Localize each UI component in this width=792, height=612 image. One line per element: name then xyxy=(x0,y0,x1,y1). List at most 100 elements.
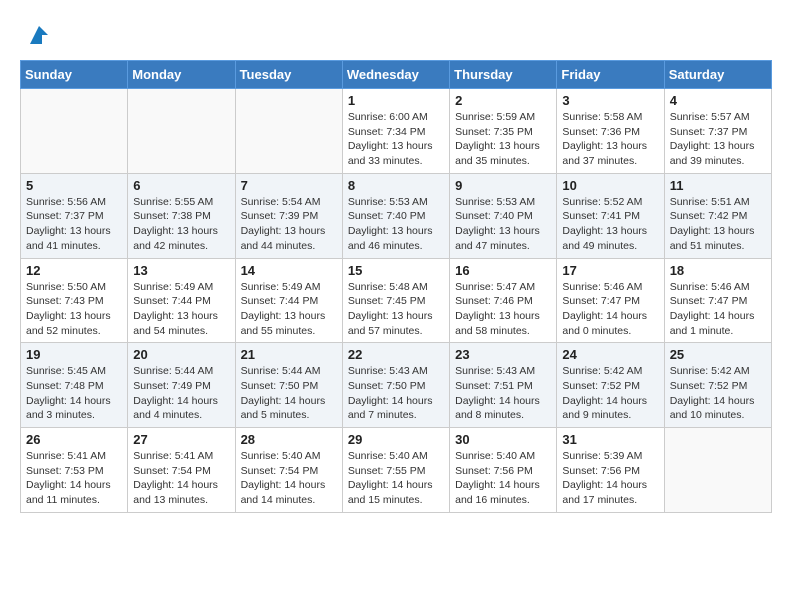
weekday-header: Monday xyxy=(128,61,235,89)
day-info: Sunrise: 5:46 AM Sunset: 7:47 PM Dayligh… xyxy=(562,280,658,339)
day-info: Sunrise: 5:44 AM Sunset: 7:49 PM Dayligh… xyxy=(133,364,229,423)
day-number: 6 xyxy=(133,178,229,193)
day-info: Sunrise: 5:53 AM Sunset: 7:40 PM Dayligh… xyxy=(348,195,444,254)
calendar-cell xyxy=(664,428,771,513)
weekday-header: Friday xyxy=(557,61,664,89)
logo-icon xyxy=(24,20,54,50)
calendar-cell: 15 Sunrise: 5:48 AM Sunset: 7:45 PM Dayli… xyxy=(342,258,449,343)
calendar: SundayMondayTuesdayWednesdayThursdayFrid… xyxy=(20,60,772,513)
calendar-cell: 14 Sunrise: 5:49 AM Sunset: 7:44 PM Dayli… xyxy=(235,258,342,343)
day-info: Sunrise: 5:42 AM Sunset: 7:52 PM Dayligh… xyxy=(670,364,766,423)
day-info: Sunrise: 5:53 AM Sunset: 7:40 PM Dayligh… xyxy=(455,195,551,254)
day-info: Sunrise: 5:44 AM Sunset: 7:50 PM Dayligh… xyxy=(241,364,337,423)
calendar-cell: 31Sunrise: 5:39 AM Sunset: 7:56 PM Dayli… xyxy=(557,428,664,513)
day-info: Sunrise: 5:49 AM Sunset: 7:44 PM Dayligh… xyxy=(241,280,337,339)
calendar-cell: 10Sunrise: 5:52 AM Sunset: 7:41 PM Dayli… xyxy=(557,173,664,258)
day-info: Sunrise: 5:41 AM Sunset: 7:53 PM Dayligh… xyxy=(26,449,122,508)
calendar-cell: 1 Sunrise: 6:00 AM Sunset: 7:34 PM Daylig… xyxy=(342,89,449,174)
calendar-cell: 13Sunrise: 5:49 AM Sunset: 7:44 PM Dayli… xyxy=(128,258,235,343)
day-number: 23 xyxy=(455,347,551,362)
day-info: Sunrise: 5:41 AM Sunset: 7:54 PM Dayligh… xyxy=(133,449,229,508)
day-info: Sunrise: 5:55 AM Sunset: 7:38 PM Dayligh… xyxy=(133,195,229,254)
calendar-cell: 7 Sunrise: 5:54 AM Sunset: 7:39 PM Daylig… xyxy=(235,173,342,258)
day-info: Sunrise: 5:49 AM Sunset: 7:44 PM Dayligh… xyxy=(133,280,229,339)
calendar-cell: 19Sunrise: 5:45 AM Sunset: 7:48 PM Dayli… xyxy=(21,343,128,428)
calendar-cell: 28 Sunrise: 5:40 AM Sunset: 7:54 PM Dayli… xyxy=(235,428,342,513)
calendar-cell: 22 Sunrise: 5:43 AM Sunset: 7:50 PM Dayli… xyxy=(342,343,449,428)
day-number: 30 xyxy=(455,432,551,447)
calendar-cell: 8 Sunrise: 5:53 AM Sunset: 7:40 PM Daylig… xyxy=(342,173,449,258)
day-number: 7 xyxy=(241,178,337,193)
day-number: 17 xyxy=(562,263,658,278)
day-info: Sunrise: 5:47 AM Sunset: 7:46 PM Dayligh… xyxy=(455,280,551,339)
day-info: Sunrise: 5:39 AM Sunset: 7:56 PM Dayligh… xyxy=(562,449,658,508)
day-info: Sunrise: 5:54 AM Sunset: 7:39 PM Dayligh… xyxy=(241,195,337,254)
day-info: Sunrise: 5:42 AM Sunset: 7:52 PM Dayligh… xyxy=(562,364,658,423)
calendar-cell: 26 Sunrise: 5:41 AM Sunset: 7:53 PM Dayli… xyxy=(21,428,128,513)
calendar-week-row: 5 Sunrise: 5:56 AM Sunset: 7:37 PM Daylig… xyxy=(21,173,772,258)
day-number: 12 xyxy=(26,263,122,278)
day-info: Sunrise: 5:40 AM Sunset: 7:54 PM Dayligh… xyxy=(241,449,337,508)
calendar-cell: 30 Sunrise: 5:40 AM Sunset: 7:56 PM Dayli… xyxy=(450,428,557,513)
calendar-cell: 12 Sunrise: 5:50 AM Sunset: 7:43 PM Dayli… xyxy=(21,258,128,343)
calendar-cell: 4Sunrise: 5:57 AM Sunset: 7:37 PM Daylig… xyxy=(664,89,771,174)
day-number: 11 xyxy=(670,178,766,193)
day-info: Sunrise: 5:43 AM Sunset: 7:51 PM Dayligh… xyxy=(455,364,551,423)
calendar-header-row: SundayMondayTuesdayWednesdayThursdayFrid… xyxy=(21,61,772,89)
day-number: 25 xyxy=(670,347,766,362)
day-number: 24 xyxy=(562,347,658,362)
calendar-cell: 27 Sunrise: 5:41 AM Sunset: 7:54 PM Dayli… xyxy=(128,428,235,513)
day-number: 3 xyxy=(562,93,658,108)
day-number: 18 xyxy=(670,263,766,278)
day-info: Sunrise: 5:40 AM Sunset: 7:55 PM Dayligh… xyxy=(348,449,444,508)
day-info: Sunrise: 5:58 AM Sunset: 7:36 PM Dayligh… xyxy=(562,110,658,169)
day-number: 14 xyxy=(241,263,337,278)
day-info: Sunrise: 5:57 AM Sunset: 7:37 PM Dayligh… xyxy=(670,110,766,169)
day-number: 28 xyxy=(241,432,337,447)
day-info: Sunrise: 5:52 AM Sunset: 7:41 PM Dayligh… xyxy=(562,195,658,254)
calendar-cell xyxy=(21,89,128,174)
day-number: 9 xyxy=(455,178,551,193)
day-info: Sunrise: 5:51 AM Sunset: 7:42 PM Dayligh… xyxy=(670,195,766,254)
weekday-header: Tuesday xyxy=(235,61,342,89)
calendar-cell: 16 Sunrise: 5:47 AM Sunset: 7:46 PM Dayli… xyxy=(450,258,557,343)
day-number: 15 xyxy=(348,263,444,278)
calendar-cell: 21 Sunrise: 5:44 AM Sunset: 7:50 PM Dayli… xyxy=(235,343,342,428)
calendar-cell: 3 Sunrise: 5:58 AM Sunset: 7:36 PM Daylig… xyxy=(557,89,664,174)
day-info: Sunrise: 5:59 AM Sunset: 7:35 PM Dayligh… xyxy=(455,110,551,169)
day-number: 29 xyxy=(348,432,444,447)
calendar-cell: 25 Sunrise: 5:42 AM Sunset: 7:52 PM Dayli… xyxy=(664,343,771,428)
day-info: Sunrise: 5:56 AM Sunset: 7:37 PM Dayligh… xyxy=(26,195,122,254)
day-number: 5 xyxy=(26,178,122,193)
day-number: 26 xyxy=(26,432,122,447)
day-number: 2 xyxy=(455,93,551,108)
day-info: Sunrise: 5:48 AM Sunset: 7:45 PM Dayligh… xyxy=(348,280,444,339)
day-info: Sunrise: 5:50 AM Sunset: 7:43 PM Dayligh… xyxy=(26,280,122,339)
day-info: Sunrise: 5:43 AM Sunset: 7:50 PM Dayligh… xyxy=(348,364,444,423)
day-info: Sunrise: 5:40 AM Sunset: 7:56 PM Dayligh… xyxy=(455,449,551,508)
calendar-cell: 11 Sunrise: 5:51 AM Sunset: 7:42 PM Dayli… xyxy=(664,173,771,258)
day-number: 27 xyxy=(133,432,229,447)
calendar-week-row: 1 Sunrise: 6:00 AM Sunset: 7:34 PM Daylig… xyxy=(21,89,772,174)
calendar-cell: 20 Sunrise: 5:44 AM Sunset: 7:49 PM Dayli… xyxy=(128,343,235,428)
page-header xyxy=(20,20,772,50)
calendar-cell: 23 Sunrise: 5:43 AM Sunset: 7:51 PM Dayli… xyxy=(450,343,557,428)
day-number: 8 xyxy=(348,178,444,193)
day-number: 22 xyxy=(348,347,444,362)
day-info: Sunrise: 5:45 AM Sunset: 7:48 PM Dayligh… xyxy=(26,364,122,423)
day-number: 1 xyxy=(348,93,444,108)
weekday-header: Wednesday xyxy=(342,61,449,89)
calendar-cell: 17 Sunrise: 5:46 AM Sunset: 7:47 PM Dayli… xyxy=(557,258,664,343)
day-info: Sunrise: 5:46 AM Sunset: 7:47 PM Dayligh… xyxy=(670,280,766,339)
calendar-cell xyxy=(235,89,342,174)
calendar-cell: 5 Sunrise: 5:56 AM Sunset: 7:37 PM Daylig… xyxy=(21,173,128,258)
day-number: 21 xyxy=(241,347,337,362)
day-number: 20 xyxy=(133,347,229,362)
day-info: Sunrise: 6:00 AM Sunset: 7:34 PM Dayligh… xyxy=(348,110,444,169)
calendar-cell: 24 Sunrise: 5:42 AM Sunset: 7:52 PM Dayli… xyxy=(557,343,664,428)
day-number: 16 xyxy=(455,263,551,278)
calendar-week-row: 19Sunrise: 5:45 AM Sunset: 7:48 PM Dayli… xyxy=(21,343,772,428)
weekday-header: Saturday xyxy=(664,61,771,89)
calendar-cell xyxy=(128,89,235,174)
calendar-cell: 2 Sunrise: 5:59 AM Sunset: 7:35 PM Daylig… xyxy=(450,89,557,174)
